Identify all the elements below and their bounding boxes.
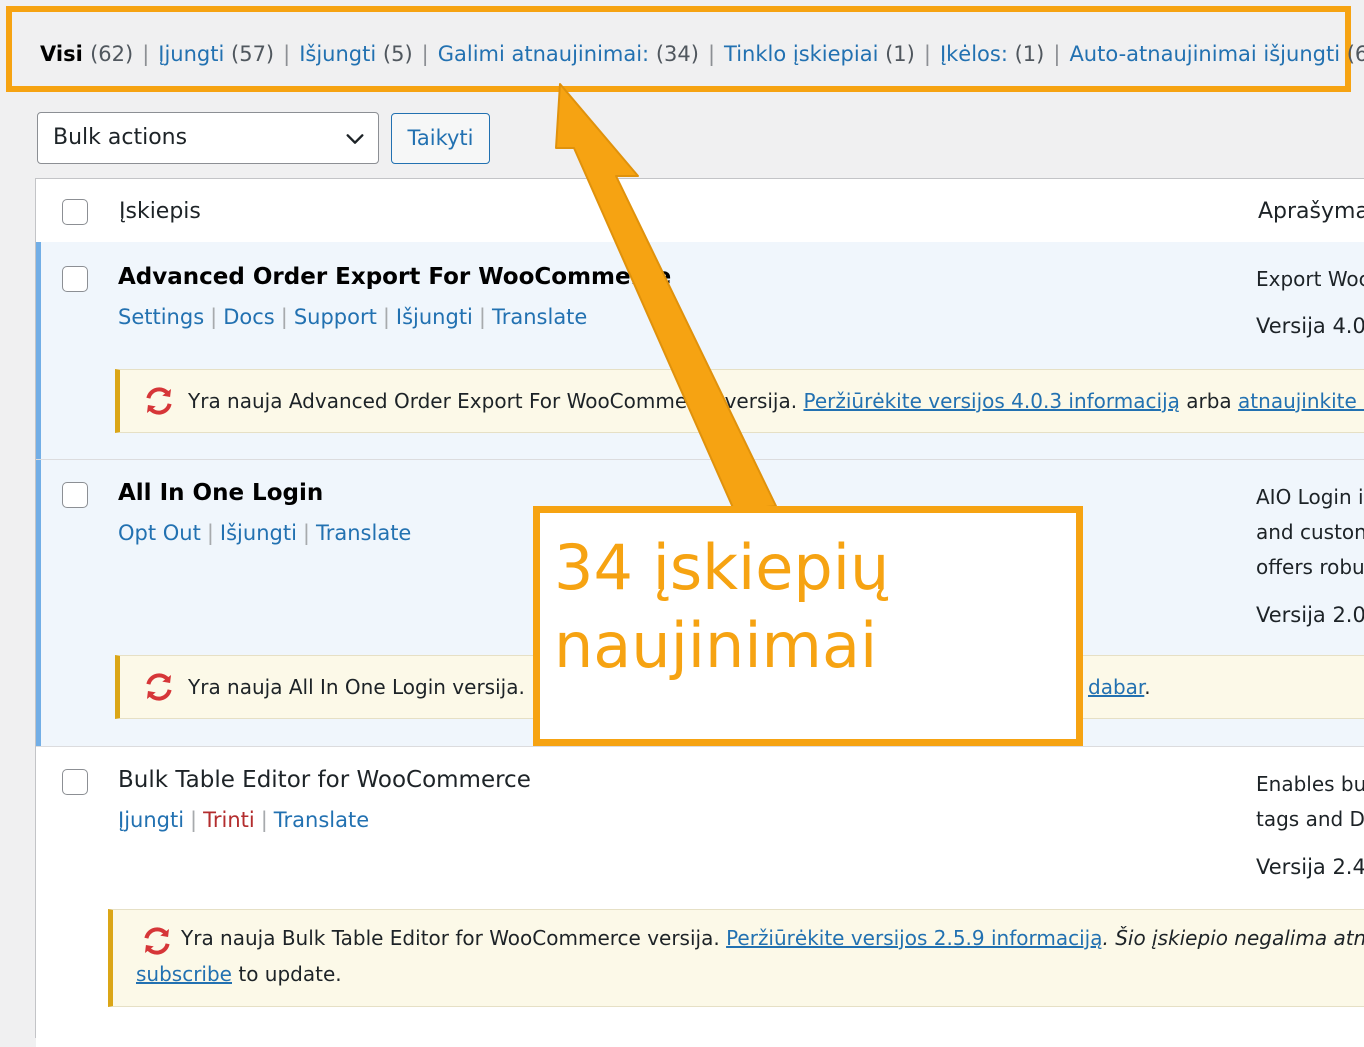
docs-link[interactable]: Docs [223,305,275,329]
subscribe-link[interactable]: subscribe [136,962,232,986]
column-description-header: Aprašyma [1258,199,1364,224]
plugin-name: All In One Login [118,480,324,506]
translate-link[interactable]: Translate [274,808,369,832]
delete-link[interactable]: Trinti [203,808,255,832]
select-all-checkbox[interactable] [62,199,88,225]
plugin-description-line: Enables bu [1256,772,1364,796]
update-refresh-icon [146,673,172,701]
plugin-description-line: offers robu [1256,555,1364,579]
update-now-link[interactable]: dabar [1088,675,1144,699]
update-refresh-icon [146,387,172,415]
row-checkbox[interactable] [62,482,88,508]
row-actions: Įjungti | Trinti | Translate [118,808,370,832]
filter-updates-available[interactable]: Galimi atnaujinimai: (34) [438,42,699,66]
plugin-name: Advanced Order Export For WooCommerce [118,264,672,290]
plugin-description-line: and custon [1256,520,1364,544]
view-details-link[interactable]: Peržiūrėkite versijos 2.5.9 informaciją [726,926,1102,950]
row-checkbox[interactable] [62,769,88,795]
row-checkbox[interactable] [62,266,88,292]
table-row: Bulk Table Editor for WooCommerce Įjungt… [36,747,1364,1047]
filter-all[interactable]: Visi (62) [40,42,133,66]
view-details-link[interactable]: Peržiūrėkite versijos 4.0.3 informaciją [803,389,1179,413]
plugin-version: Versija 2.0. [1256,603,1364,627]
callout-line-2: naujinimai [554,609,878,682]
plugin-version: Versija 2.4. [1256,855,1364,879]
column-plugin-header: Įskiepis [119,199,201,224]
bulk-actions-select[interactable]: Bulk actions [37,112,379,164]
opt-out-link[interactable]: Opt Out [118,521,201,545]
plugin-description: Export Woc [1256,267,1364,291]
filter-auto-updates-disabled[interactable]: Auto-atnaujinimai išjungti (62) [1069,42,1364,66]
update-notice: Yra nauja Advanced Order Export For WooC… [115,369,1364,433]
update-refresh-icon [144,927,170,955]
apply-button[interactable]: Taikyti [391,113,490,164]
table-row: Advanced Order Export For WooCommerce Se… [36,242,1364,459]
table-header: Įskiepis Aprašyma [36,179,1364,243]
plugin-description-line: tags and D [1256,807,1364,831]
update-notice: Yra nauja Bulk Table Editor for WooComme… [108,909,1364,1007]
activate-link[interactable]: Įjungti [118,808,184,832]
callout-line-1: 34 įskiepių [554,531,890,604]
support-link[interactable]: Support [294,305,377,329]
translate-link[interactable]: Translate [316,521,411,545]
plugin-version: Versija 4.0. [1256,314,1364,338]
filter-active[interactable]: Įjungti (57) [158,42,274,66]
translate-link[interactable]: Translate [492,305,587,329]
update-now-link[interactable]: atnaujinkite d [1238,389,1364,413]
status-filters: Visi (62) | Įjungti (57) | Išjungti (5) | Gali… [40,42,1364,66]
chevron-down-icon [346,134,364,144]
filter-inactive[interactable]: Išjungti (5) [299,42,412,66]
filter-dropins[interactable]: Įkėlos: (1) [940,42,1044,66]
deactivate-link[interactable]: Išjungti [396,305,473,329]
row-actions: Settings | Docs | Support | Išjungti | Translate [118,305,588,329]
deactivate-link[interactable]: Išjungti [220,521,297,545]
plugin-description-line: AIO Login i [1256,485,1364,509]
plugin-name: Bulk Table Editor for WooCommerce [118,767,531,793]
row-actions: Opt Out | Išjungti | Translate [118,521,412,545]
annotation-callout: 34 įskiepių naujinimai [533,506,1083,746]
settings-link[interactable]: Settings [118,305,204,329]
plugin-status-filter-bar: Visi (62) | Įjungti (57) | Išjungti (5) | Gali… [6,6,1364,92]
filter-network[interactable]: Tinklo įskiepiai (1) [724,42,915,66]
